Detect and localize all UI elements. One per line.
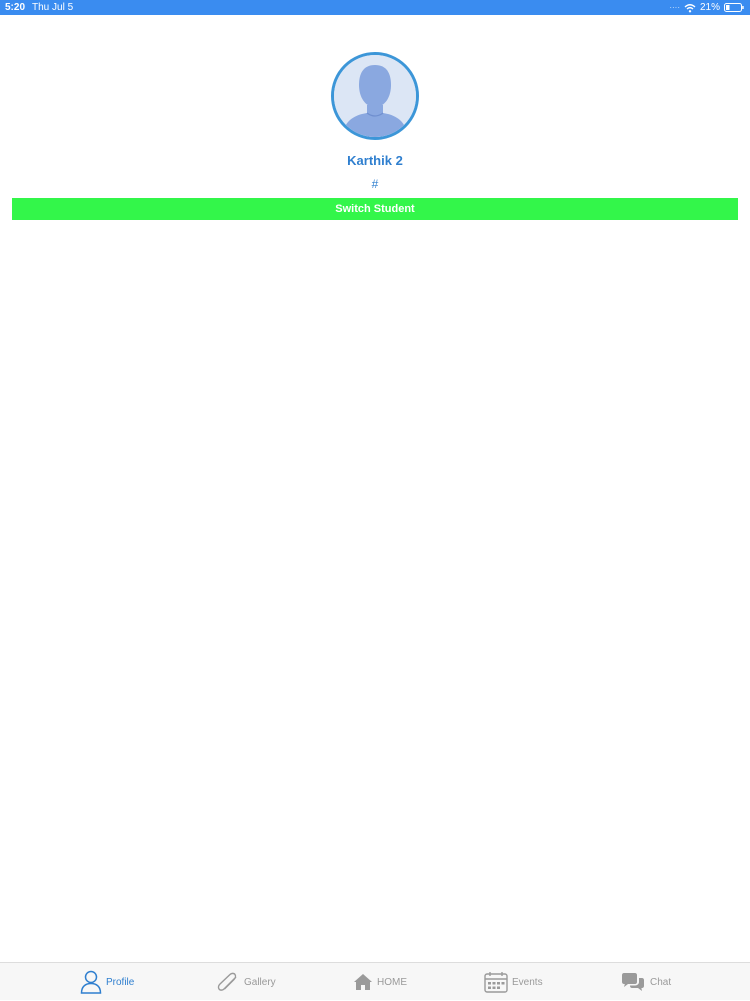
status-bar: 5:20 Thu Jul 5 ···· 21% <box>0 0 750 15</box>
tab-home[interactable]: HOME <box>353 963 407 1001</box>
person-silhouette-icon <box>334 55 416 137</box>
calendar-icon <box>484 972 508 993</box>
status-time: 5:20 <box>5 2 26 13</box>
paperclip-icon <box>217 972 237 991</box>
status-date: Thu Jul 5 <box>32 2 74 13</box>
battery-percentage: 21% <box>699 2 720 13</box>
chat-bubbles-icon <box>622 973 644 991</box>
battery-icon <box>724 3 744 12</box>
wifi-icon <box>684 3 696 13</box>
switch-student-button[interactable]: Switch Student <box>12 198 738 220</box>
signal-dots-icon: ···· <box>669 3 680 12</box>
tab-bar: Profile Gallery HOME Events Chat <box>0 962 750 1000</box>
tab-events-label: Events <box>512 976 543 988</box>
tab-profile[interactable]: Profile <box>80 963 134 1001</box>
profile-avatar[interactable] <box>331 52 419 140</box>
tab-gallery-label: Gallery <box>244 976 276 988</box>
house-icon <box>354 974 372 990</box>
tab-profile-label: Profile <box>106 976 135 988</box>
student-id: # <box>371 177 379 191</box>
tab-home-label: HOME <box>377 976 407 988</box>
person-icon <box>80 970 102 994</box>
student-name: Karthik 2 <box>347 153 403 168</box>
tab-chat-label: Chat <box>650 976 672 988</box>
tab-gallery[interactable]: Gallery <box>214 963 276 1001</box>
tab-chat[interactable]: Chat <box>620 963 671 1001</box>
tab-events[interactable]: Events <box>484 963 543 1001</box>
status-right-group: ···· 21% <box>669 0 744 15</box>
